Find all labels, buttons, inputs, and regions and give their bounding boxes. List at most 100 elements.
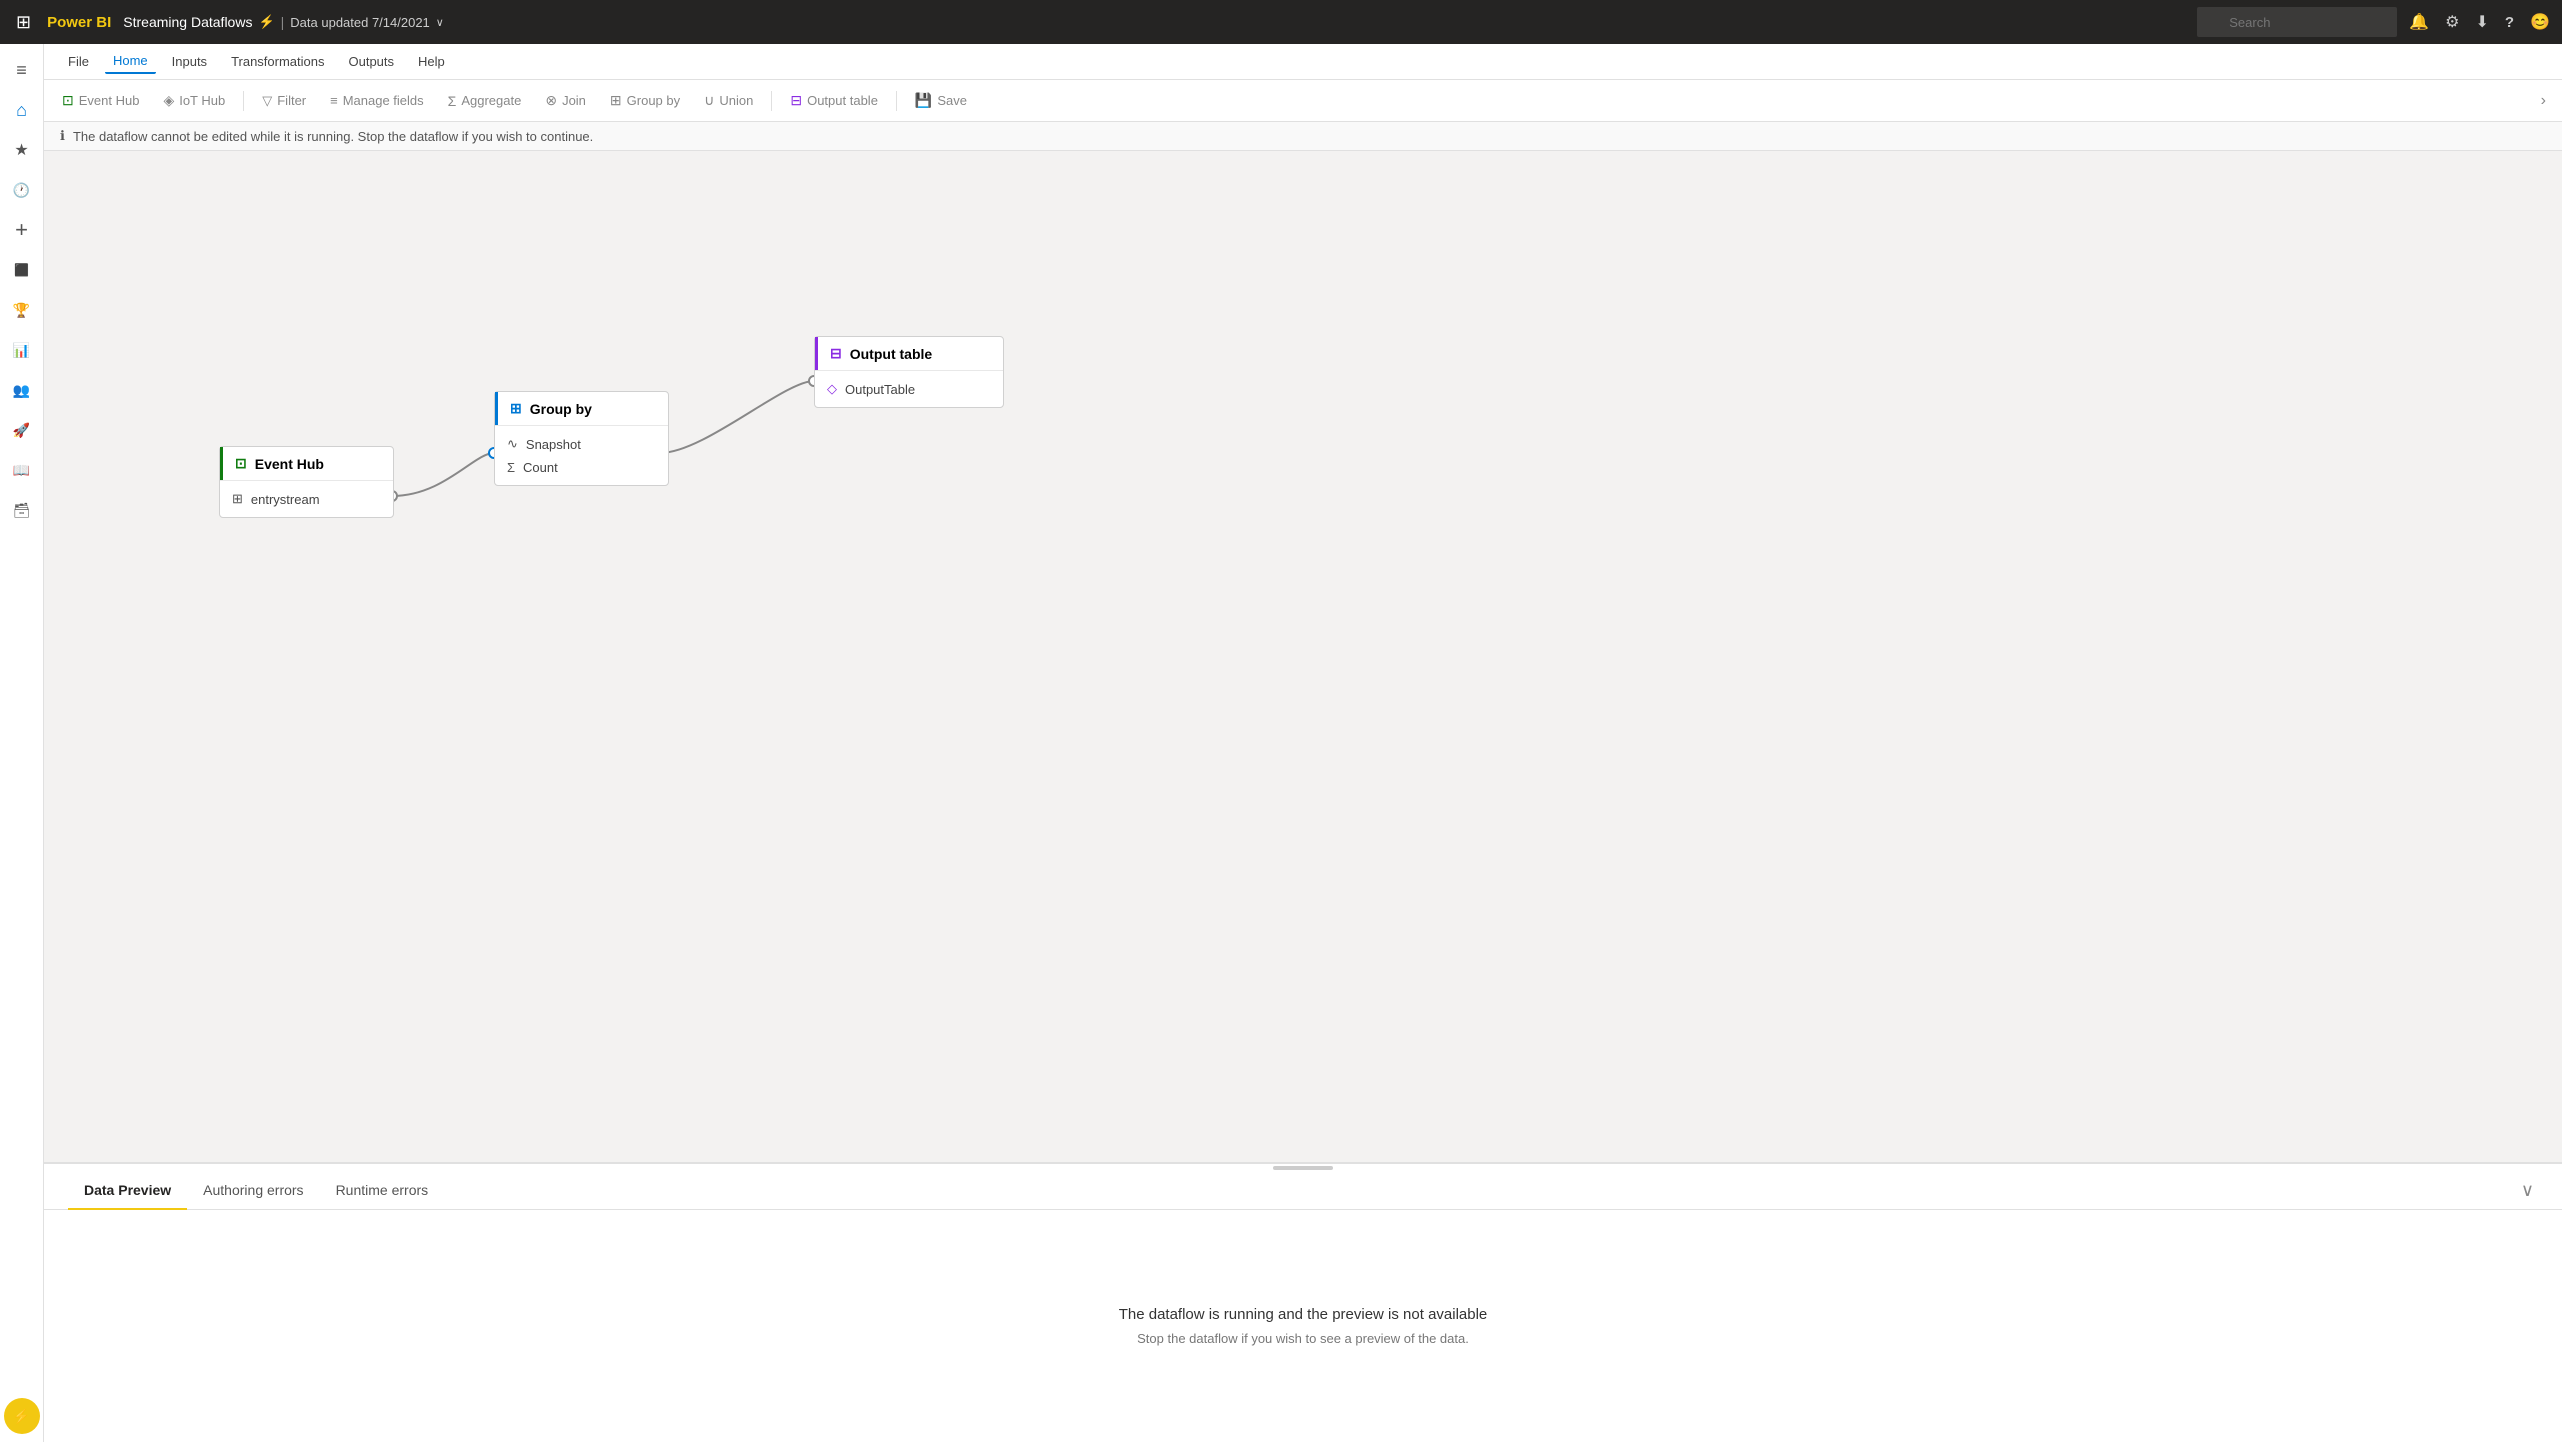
output-table-node[interactable]: ⊟ Output table ◇ OutputTable [814, 336, 1004, 408]
output-table-node-header: ⊟ Output table [815, 337, 1003, 370]
bottom-collapse-btn[interactable]: ∨ [2517, 1176, 2538, 1205]
manage-fields-icon: ≡ [330, 93, 338, 108]
app-layout: ≡ ⌂ ★ 🕐 + ⬛ 🏆 📊 👥 🚀 📖 🗃 ⚡ File Home Inpu… [0, 44, 2562, 1442]
sidebar-item-dataflows[interactable]: 🗃 [4, 492, 40, 528]
toolbar-output-table: ⊟ Output table [780, 88, 888, 113]
join-icon: ⊗ [545, 92, 557, 109]
join-label: Join [562, 93, 586, 108]
sidebar-item-home[interactable]: ⌂ [4, 92, 40, 128]
event-hub-node-header: ⊡ Event Hub [220, 447, 393, 480]
search-wrap: 🔍 [2197, 7, 2397, 37]
output-table-field: ◇ OutputTable [827, 377, 991, 401]
sidebar-item-deployment[interactable]: 🚀 [4, 412, 40, 448]
menu-transformations[interactable]: Transformations [223, 50, 332, 73]
connections-svg [44, 151, 2562, 1162]
toolbar-aggregate: Σ Aggregate [438, 89, 532, 113]
sidebar-item-metrics[interactable]: 📊 [4, 332, 40, 368]
sidebar-logo[interactable]: ⚡ [4, 1398, 40, 1434]
tab-data-preview[interactable]: Data Preview [68, 1172, 187, 1210]
event-hub-node[interactable]: ⊡ Event Hub ⊞ entrystream [219, 446, 394, 518]
group-by-icon: ⊞ [610, 92, 622, 109]
toolbar: ⊡ Event Hub ◈ IoT Hub ▽ Filter ≡ Manage … [44, 80, 2562, 122]
info-icon: ℹ [60, 128, 65, 144]
toolbar-iot-hub: ◈ IoT Hub [153, 88, 235, 113]
entrystream-label: entrystream [251, 492, 320, 507]
toolbar-collapse-btn[interactable]: › [2533, 88, 2554, 114]
event-hub-label: Event Hub [79, 93, 140, 108]
sidebar-logo-icon: ⚡ [13, 1408, 30, 1425]
info-bar: ℹ The dataflow cannot be edited while it… [44, 122, 2562, 151]
notifications-icon[interactable]: 🔔 [2409, 12, 2429, 32]
search-input[interactable] [2197, 7, 2397, 37]
event-hub-node-title: Event Hub [255, 456, 324, 472]
menu-help[interactable]: Help [410, 50, 453, 73]
union-label: Union [719, 93, 753, 108]
bottom-content: The dataflow is running and the preview … [44, 1210, 2562, 1442]
toolbar-union: ∪ Union [694, 88, 763, 113]
sidebar-item-favorites[interactable]: ★ [4, 132, 40, 168]
menu-home[interactable]: Home [105, 49, 156, 74]
sidebar-bottom: ⚡ [4, 1398, 40, 1434]
union-icon: ∪ [704, 92, 714, 109]
output-table-node-icon: ⊟ [830, 345, 842, 362]
output-table-field-label: OutputTable [845, 382, 915, 397]
menu-outputs[interactable]: Outputs [341, 50, 403, 73]
snapshot-icon: ∿ [507, 436, 518, 452]
group-by-node-header: ⊞ Group by [495, 392, 668, 425]
drag-pill [1273, 1166, 1333, 1170]
help-icon[interactable]: ? [2505, 14, 2514, 31]
event-hub-node-icon: ⊡ [235, 455, 247, 472]
sidebar-item-catalog[interactable]: 📖 [4, 452, 40, 488]
sidebar-item-learn[interactable]: 🏆 [4, 292, 40, 328]
download-icon[interactable]: ⬇ [2476, 12, 2489, 32]
snapshot-label: Snapshot [526, 437, 581, 452]
toolbar-save: 💾 Save [905, 88, 977, 113]
output-table-node-title: Output table [850, 346, 932, 362]
group-by-node-icon: ⊞ [510, 400, 522, 417]
event-hub-field-entrystream: ⊞ entrystream [232, 487, 381, 511]
toolbar-divider-1 [243, 91, 244, 111]
group-by-node-body: ∿ Snapshot Σ Count [495, 425, 668, 485]
toolbar-filter: ▽ Filter [252, 89, 316, 113]
top-bar-icons: 🔔 ⚙ ⬇ ? 😊 [2409, 12, 2550, 32]
brand-logo: Power BI [47, 14, 111, 31]
group-by-field-snapshot: ∿ Snapshot [507, 432, 656, 456]
tab-authoring-errors[interactable]: Authoring errors [187, 1172, 319, 1210]
lightning-icon: ⚡ [258, 14, 274, 30]
filter-label: Filter [277, 93, 306, 108]
updated-chevron[interactable]: ∨ [436, 16, 444, 29]
waffle-icon[interactable]: ⊞ [12, 8, 35, 37]
output-table-icon: ⊟ [790, 92, 802, 109]
canvas-area[interactable]: ⊡ Event Hub ⊞ entrystream ⊞ Group by [44, 151, 2562, 1162]
toolbar-join: ⊗ Join [535, 88, 596, 113]
output-table-field-icon: ◇ [827, 381, 837, 397]
entrystream-icon: ⊞ [232, 491, 243, 507]
iot-hub-label: IoT Hub [179, 93, 225, 108]
info-message: The dataflow cannot be edited while it i… [73, 129, 593, 144]
menu-inputs[interactable]: Inputs [164, 50, 215, 73]
top-bar: ⊞ Power BI Streaming Dataflows ⚡ | Data … [0, 0, 2562, 44]
user-account-icon[interactable]: 😊 [2530, 12, 2550, 32]
sidebar-item-recent[interactable]: 🕐 [4, 172, 40, 208]
menu-file[interactable]: File [60, 50, 97, 73]
dataflow-title[interactable]: Streaming Dataflows [123, 14, 252, 30]
count-label: Count [523, 460, 558, 475]
sidebar-item-menu[interactable]: ≡ [4, 52, 40, 88]
sidebar: ≡ ⌂ ★ 🕐 + ⬛ 🏆 📊 👥 🚀 📖 🗃 ⚡ [0, 44, 44, 1442]
page-title-bar: Streaming Dataflows ⚡ | Data updated 7/1… [123, 14, 444, 30]
sidebar-item-create[interactable]: + [4, 212, 40, 248]
sidebar-item-people[interactable]: 👥 [4, 372, 40, 408]
sidebar-item-apps[interactable]: ⬛ [4, 252, 40, 288]
group-by-label: Group by [627, 93, 680, 108]
output-table-node-body: ◇ OutputTable [815, 370, 1003, 407]
group-by-node[interactable]: ⊞ Group by ∿ Snapshot Σ Count [494, 391, 669, 486]
preview-sub-message: Stop the dataflow if you wish to see a p… [1137, 1331, 1469, 1346]
settings-icon[interactable]: ⚙ [2445, 12, 2459, 32]
title-separator: | [281, 14, 285, 30]
toolbar-divider-2 [771, 91, 772, 111]
main-content: File Home Inputs Transformations Outputs… [44, 44, 2562, 1442]
event-hub-icon: ⊡ [62, 92, 74, 109]
tab-runtime-errors[interactable]: Runtime errors [320, 1172, 445, 1210]
save-label: Save [937, 93, 967, 108]
bottom-drag-handle[interactable] [44, 1164, 2562, 1172]
